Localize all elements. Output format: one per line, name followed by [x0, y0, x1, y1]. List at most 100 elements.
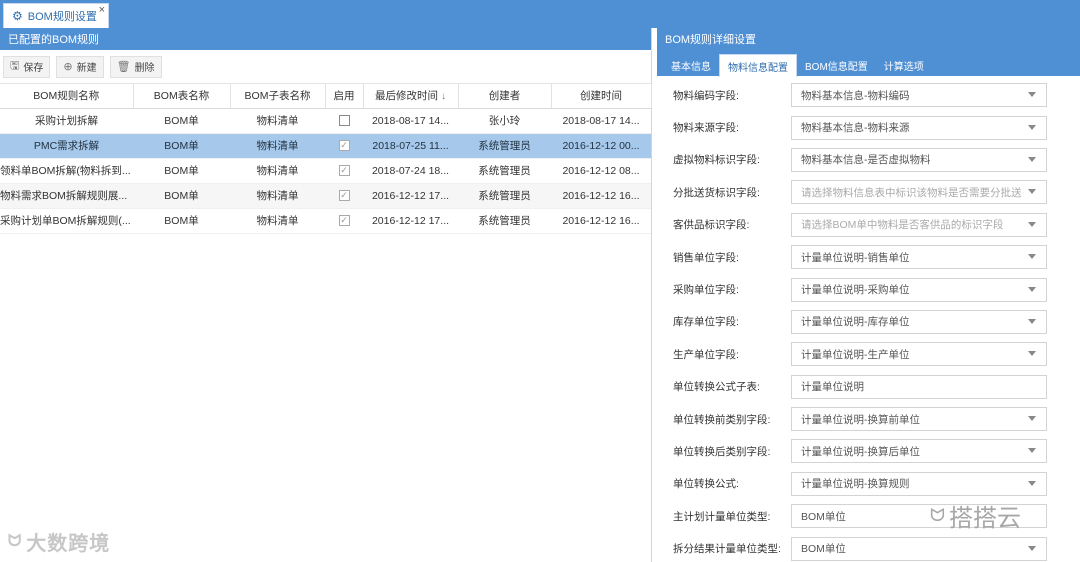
table-row[interactable]: 领料单BOM拆解(物料拆到... BOM单 物料清单 ✓ 2018-07-24 18..…	[0, 158, 651, 184]
field-select[interactable]: 计量单位说明-生产单位	[791, 342, 1047, 367]
field-label: 销售单位字段:	[673, 251, 739, 264]
cell-bom: BOM单	[133, 158, 230, 184]
field-select[interactable]: 计量单位说明-换算前单位	[791, 407, 1047, 432]
cell-created: 2016-12-12 08...	[551, 158, 651, 184]
table-row[interactable]: 物料需求BOM拆解规则展... BOM单 物料清单 ✓ 2016-12-12 17...…	[0, 183, 651, 209]
column-header[interactable]: BOM表名称	[133, 84, 231, 109]
cell-creator: 系统管理员	[458, 133, 551, 159]
table-row[interactable]: 采购计划单BOM拆解规则(... BOM单 物料清单 ✓ 2016-12-12 17..…	[0, 208, 651, 234]
field-value: 计量单位说明	[801, 381, 864, 394]
dropdown-arrow-icon[interactable]	[1028, 545, 1036, 551]
table-row[interactable]: PMC需求拆解 BOM单 物料清单 ✓ 2018-07-25 11... 系统管理员 201…	[0, 133, 651, 159]
field-label: 生产单位字段:	[673, 348, 739, 361]
field-select[interactable]: 物料基本信息-物料来源	[791, 115, 1047, 140]
cell-created: 2016-12-12 16...	[551, 183, 651, 209]
form-row: 虚拟物料标识字段: 物料基本信息-是否虚拟物料	[657, 144, 1080, 176]
field-select[interactable]: 计量单位说明	[791, 374, 1047, 399]
field-select[interactable]: 计量单位说明-换算规则	[791, 471, 1047, 496]
checkbox-checked-icon[interactable]: ✓	[338, 190, 350, 202]
field-value: 计量单位说明-采购单位	[801, 284, 910, 297]
field-label: 单位转换前类别字段:	[673, 413, 771, 426]
dropdown-arrow-icon[interactable]	[1028, 221, 1036, 227]
dropdown-arrow-icon[interactable]	[1028, 416, 1036, 422]
dropdown-arrow-icon[interactable]	[1028, 124, 1036, 130]
table-row[interactable]: 采购计划拆解 BOM单 物料清单 2018-08-17 14... 张小玲 2018-08…	[0, 108, 651, 134]
dropdown-arrow-icon[interactable]	[1028, 286, 1036, 292]
field-select[interactable]: 计量单位说明-销售单位	[791, 245, 1047, 270]
cell-modified: 2016-12-12 17...	[363, 183, 458, 209]
field-select[interactable]: 计量单位说明-库存单位	[791, 309, 1047, 334]
cell-name: 物料需求BOM拆解规则展...	[0, 183, 133, 209]
field-select[interactable]: 物料基本信息-物料编码	[791, 83, 1047, 108]
dropdown-arrow-icon[interactable]	[1028, 448, 1036, 454]
column-header[interactable]: 启用	[325, 84, 364, 109]
rule-detail-panel: BOM规则详细设置 基本信息 物料信息配置 BOM信息配置 计算选项 物料编码字…	[657, 28, 1080, 562]
checkbox-checked-icon[interactable]: ✓	[338, 215, 350, 227]
form-row: 客供品标识字段: 请选择BOM单中物料是否客供品的标识字段	[657, 209, 1080, 241]
close-icon[interactable]: ×	[99, 4, 105, 16]
field-value: 计量单位说明-生产单位	[801, 348, 910, 361]
column-header[interactable]: BOM子表名称	[230, 84, 326, 109]
column-header[interactable]: BOM规则名称	[0, 84, 134, 109]
material-config-form: 物料编码字段: 物料基本信息-物料编码 物料来源字段: 物料基本信息-物料来源 虚拟物料…	[657, 79, 1080, 562]
form-row: 采购单位字段: 计量单位说明-采购单位	[657, 273, 1080, 305]
table-header-row: BOM规则名称 BOM表名称 BOM子表名称 启用 最后修改时间 ↓ 创建者 创…	[0, 84, 652, 109]
cell-name: PMC需求拆解	[0, 133, 133, 159]
dropdown-arrow-icon[interactable]	[1028, 318, 1036, 324]
dropdown-arrow-icon[interactable]	[1028, 92, 1036, 98]
save-label: 保存	[23, 63, 44, 74]
tab-calc-options[interactable]: 计算选项	[876, 54, 932, 76]
gear-icon: ⚙	[12, 9, 23, 23]
cell-creator: 系统管理员	[458, 183, 551, 209]
panel-title: 已配置的BOM规则	[0, 28, 651, 50]
cell-modified: 2018-07-25 11...	[363, 133, 458, 159]
enabled-cell: ✓	[325, 133, 363, 159]
dropdown-arrow-icon[interactable]	[1028, 189, 1036, 195]
new-button[interactable]: ⊕ 新建	[56, 55, 104, 78]
form-row: 物料来源字段: 物料基本信息-物料来源	[657, 111, 1080, 143]
toolbar: 🖫 保存 ⊕ 新建 🗑 删除	[0, 50, 651, 84]
field-select[interactable]: 物料基本信息-是否虚拟物料	[791, 147, 1047, 172]
top-tab-bar: ⚙ BOM规则设置 ×	[0, 0, 1080, 28]
floppy-icon: 🖫	[10, 60, 20, 72]
enabled-cell: ✓	[325, 158, 363, 184]
field-value: 请选择物料信息表中标识该物料是否需要分批送	[801, 186, 1022, 199]
tab-bom-config[interactable]: BOM信息配置	[797, 54, 876, 76]
cell-bom: BOM单	[133, 133, 230, 159]
field-select[interactable]: 计量单位说明-换算后单位	[791, 439, 1047, 464]
column-header[interactable]: 创建时间	[551, 84, 652, 109]
form-row: 分批送货标识字段: 请选择物料信息表中标识该物料是否需要分批送	[657, 176, 1080, 208]
checkbox-checked-icon[interactable]: ✓	[338, 165, 350, 177]
delete-button[interactable]: 🗑 删除	[109, 55, 162, 78]
tab-material-config[interactable]: 物料信息配置	[719, 54, 797, 77]
cell-modified: 2018-07-24 18...	[363, 158, 458, 184]
column-header[interactable]: 创建者	[458, 84, 552, 109]
field-label: 采购单位字段:	[673, 284, 739, 297]
tab-basic-info[interactable]: 基本信息	[663, 54, 719, 76]
cell-created: 2018-08-17 14...	[551, 108, 651, 134]
field-select[interactable]: 请选择BOM单中物料是否客供品的标识字段	[791, 212, 1047, 237]
form-row: 单位转换公式: 计量单位说明-换算规则	[657, 468, 1080, 500]
checkbox-checked-icon[interactable]: ✓	[338, 140, 350, 152]
field-select[interactable]: 计量单位说明-采购单位	[791, 277, 1047, 302]
dropdown-arrow-icon[interactable]	[1028, 480, 1036, 486]
tab-bom-rule-settings[interactable]: ⚙ BOM规则设置 ×	[3, 3, 109, 28]
field-value: BOM单位	[801, 543, 846, 556]
save-button[interactable]: 🖫 保存	[3, 55, 51, 78]
wechat-icon: ᗢ	[930, 505, 945, 525]
field-label: 物料来源字段:	[673, 122, 739, 135]
cell-created: 2016-12-12 00...	[551, 133, 651, 159]
dropdown-arrow-icon[interactable]	[1028, 156, 1036, 162]
cell-creator: 系统管理员	[458, 158, 551, 184]
dropdown-arrow-icon[interactable]	[1028, 351, 1036, 357]
field-value: 计量单位说明-换算后单位	[801, 445, 920, 458]
field-select[interactable]: BOM单位	[791, 536, 1047, 561]
enabled-cell	[325, 108, 363, 134]
dropdown-arrow-icon[interactable]	[1028, 254, 1036, 260]
field-label: 虚拟物料标识字段:	[673, 154, 760, 167]
field-select[interactable]: 请选择物料信息表中标识该物料是否需要分批送	[791, 180, 1047, 205]
field-label: 单位转换后类别字段:	[673, 445, 771, 458]
column-header-sorted[interactable]: 最后修改时间 ↓	[363, 84, 459, 109]
field-value: 计量单位说明-换算规则	[801, 478, 910, 491]
checkbox-unchecked-icon[interactable]	[338, 115, 350, 127]
